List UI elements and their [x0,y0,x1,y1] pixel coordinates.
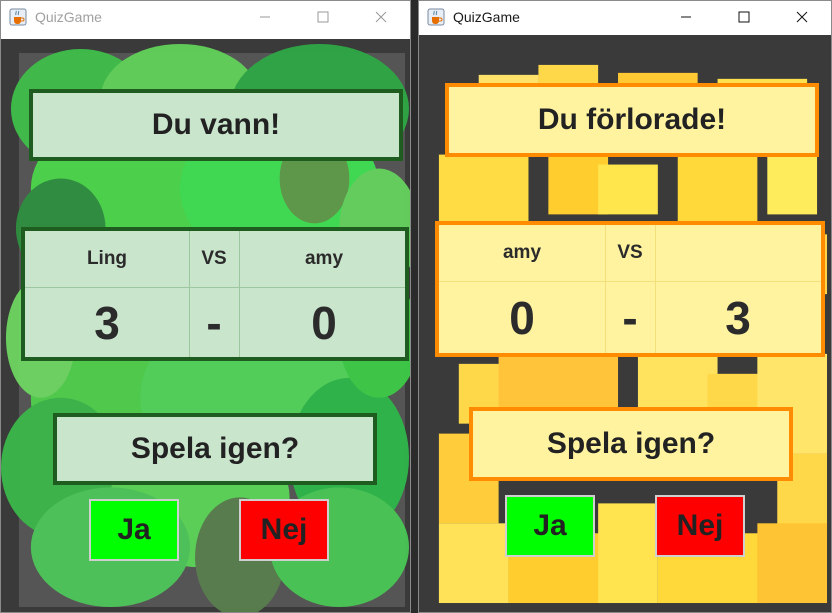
result-banner: Du vann! [29,89,403,161]
player-right-name: amy [304,248,344,269]
quizgame-window-win: QuizGame Du vann! Ling VS amy 3 - 0 Spel… [0,0,411,613]
close-button[interactable] [352,1,410,33]
close-icon [796,11,808,23]
minimize-icon [260,16,270,18]
score-dash: - [206,297,222,349]
scoreboard: amy VS 0 - 3 [435,221,825,357]
vs-label: VS [201,248,227,269]
maximize-icon [738,11,750,23]
score-right: 3 [725,292,751,344]
quizgame-window-lose: QuizGame Du förlorade! amy VS 0 - 3 Spel… [418,0,832,613]
java-cup-icon [427,8,445,26]
title-bar[interactable]: QuizGame [1,1,410,33]
play-again-panel: Spela igen? [53,413,377,485]
window-title: QuizGame [453,9,520,25]
no-button[interactable]: Nej [239,499,329,561]
minimize-button[interactable] [236,1,294,33]
result-text: Du vann! [151,108,281,141]
player-left-name: Ling [86,248,128,269]
no-button[interactable]: Nej [655,495,745,557]
scoreboard: Ling VS amy 3 - 0 [21,227,409,361]
score-left: 0 [509,292,535,344]
player-right-name [655,225,821,281]
vs-label: VS [617,242,643,263]
score-left: 3 [94,297,120,349]
maximize-button[interactable] [715,1,773,33]
close-button[interactable] [773,1,831,33]
result-text: Du förlorade! [537,103,727,136]
result-banner: Du förlorade! [445,83,819,157]
row-divider [439,281,821,282]
window-title: QuizGame [35,9,102,25]
game-panel: Du vann! Ling VS amy 3 - 0 Spela igen? J… [1,39,410,612]
title-bar[interactable]: QuizGame [419,1,831,33]
yes-button[interactable]: Ja [89,499,179,561]
java-cup-icon [9,8,27,26]
minimize-icon [681,16,691,18]
score-right: 0 [311,297,337,349]
game-panel: Du förlorade! amy VS 0 - 3 Spela igen? J… [419,35,831,612]
minimize-button[interactable] [657,1,715,33]
player-left-name: amy [502,242,542,263]
play-again-text: Spela igen? [130,432,300,465]
play-again-panel: Spela igen? [469,407,793,481]
score-dash: - [622,292,638,344]
maximize-icon [317,11,329,23]
yes-button[interactable]: Ja [505,495,595,557]
row-divider [25,287,405,288]
maximize-button[interactable] [294,1,352,33]
play-again-text: Spela igen? [546,427,716,460]
close-icon [375,11,387,23]
